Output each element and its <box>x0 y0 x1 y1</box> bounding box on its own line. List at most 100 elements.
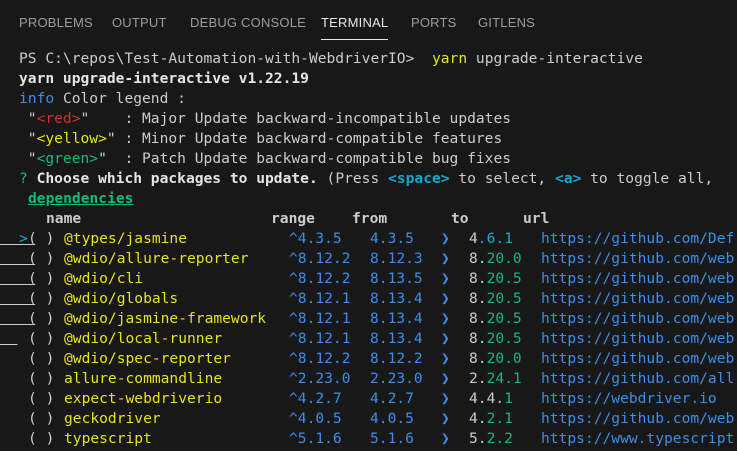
version-line: yarn upgrade-interactive v1.22.19 <box>19 70 309 87</box>
row-cursor <box>19 389 28 409</box>
package-url[interactable]: https://github.com/web <box>541 249 734 269</box>
package-row[interactable]: ( ) @wdio/local-runner ^8.12.1 8.13.4 ❯ 8.20.… <box>0 329 737 349</box>
package-to-changed: 20.5 <box>486 310 522 327</box>
info-tag: info <box>19 90 55 107</box>
package-row[interactable]: ( ) expect-webdriverio ^4.2.7 4.2.7 ❯ 4.4.1 ht… <box>0 389 737 409</box>
package-row[interactable]: ( ) @wdio/spec-reporter ^8.12.2 8.12.2 ❯ 8.20… <box>0 349 737 369</box>
row-checkbox[interactable]: ( ) <box>28 289 54 309</box>
row-checkbox[interactable]: ( ) <box>28 409 54 429</box>
package-from: 5.1.6 <box>370 430 414 447</box>
package-from: 8.12.3 <box>370 250 423 267</box>
arrow-icon: ❯ <box>441 290 450 307</box>
legend-description: : Major Update backward-incompatible upd… <box>124 110 512 127</box>
hint-text: to select, <box>449 170 555 187</box>
package-to-unchanged: 8. <box>469 270 487 287</box>
row-checkbox[interactable]: ( ) <box>28 249 54 269</box>
package-url[interactable]: https://github.com/all <box>541 369 734 389</box>
header-url: url <box>523 210 550 227</box>
package-url[interactable]: https://github.com/Def <box>541 229 734 249</box>
header-name: name <box>46 210 82 227</box>
tab-problems[interactable]: PROBLEMS <box>19 15 93 30</box>
legend-color-tag: <red> <box>36 110 81 127</box>
package-row[interactable]: ( ) allure-commandline ^2.23.0 2.23.0 ❯ 2.24.… <box>0 369 737 389</box>
row-checkbox[interactable]: ( ) <box>28 269 54 289</box>
package-row[interactable]: ( ) @wdio/cli ^8.12.2 8.13.5 ❯ 8.20.5 https://… <box>0 269 737 289</box>
package-url[interactable]: https://github.com/web <box>541 349 734 369</box>
package-name: @wdio/jasmine-framework <box>64 310 267 327</box>
active-tab-indicator <box>321 39 389 40</box>
tab-terminal-label: TERMINAL <box>321 15 389 30</box>
package-row[interactable]: ( ) @wdio/allure-reporter ^8.12.2 8.12.3 ❯ 8.… <box>0 249 737 269</box>
package-to-changed: 20.5 <box>486 270 522 287</box>
terminal-output[interactable]: PS C:\repos\Test-Automation-with-Webdriv… <box>0 46 737 451</box>
package-row[interactable]: >( ) @types/jasmine ^4.3.5 4.3.5 ❯ 4.6.1 https… <box>0 229 737 249</box>
package-name: @wdio/local-runner <box>64 330 223 347</box>
row-checkbox[interactable]: ( ) <box>28 329 54 349</box>
package-url[interactable]: https://github.com/web <box>541 309 734 329</box>
tab-debug-console[interactable]: DEBUG CONSOLE <box>190 15 306 30</box>
package-row[interactable]: ( ) @wdio/jasmine-framework ^8.12.1 8.13.4 ❯… <box>0 309 737 329</box>
package-range: ^4.3.5 <box>289 230 342 247</box>
package-from: 4.2.7 <box>370 390 414 407</box>
legend-quote: " <box>98 150 125 167</box>
row-checkbox[interactable]: ( ) <box>28 229 54 249</box>
package-name: @wdio/cli <box>64 270 144 287</box>
package-to: 8.20.5 <box>469 329 522 349</box>
legend-quote: " <box>19 130 37 147</box>
package-row[interactable]: ( ) geckodriver ^4.0.5 4.0.5 ❯ 4.2.1 https://g… <box>0 409 737 429</box>
legend-line: "<green>" : Patch Update backward-compat… <box>19 149 511 169</box>
command-yarn: yarn <box>431 50 468 67</box>
tab-output[interactable]: OUTPUT <box>112 15 167 30</box>
package-row[interactable]: ( ) @wdio/globals ^8.12.1 8.13.4 ❯ 8.20.5 http… <box>0 289 737 309</box>
package-range: ^8.12.2 <box>289 350 351 367</box>
question-text: Choose which packages to update. <box>27 170 318 187</box>
info-line: info Color legend : <box>19 89 186 109</box>
tab-terminal[interactable]: TERMINAL <box>321 15 389 40</box>
package-to-unchanged: 8. <box>469 330 487 347</box>
tab-gitlens[interactable]: GITLENS <box>478 15 535 30</box>
table-header: name range from to url <box>0 209 737 229</box>
package-url[interactable]: https://webdriver.io <box>541 389 717 409</box>
package-url[interactable]: https://github.com/web <box>541 269 734 289</box>
package-to: 8.20.5 <box>469 269 522 289</box>
tab-ports[interactable]: PORTS <box>411 15 457 30</box>
package-to: 5.2.2 <box>469 429 513 449</box>
row-checkbox[interactable]: ( ) <box>28 429 54 449</box>
arrow-icon: ❯ <box>441 310 450 327</box>
arrow-icon: ❯ <box>441 250 450 267</box>
package-row[interactable]: ( ) typescript ^5.1.6 5.1.6 ❯ 5.2.2 https://ww… <box>0 429 737 449</box>
hint-text: to toggle all, <box>581 170 714 187</box>
arrow-icon: ❯ <box>441 370 450 387</box>
arrow-icon: ❯ <box>441 330 450 347</box>
package-to: 4.2.1 <box>469 409 513 429</box>
row-checkbox[interactable]: ( ) <box>28 389 54 409</box>
package-name: @wdio/globals <box>64 290 179 307</box>
row-cursor <box>19 409 28 429</box>
package-to-unchanged: 8. <box>469 310 487 327</box>
package-from: 8.13.5 <box>370 270 423 287</box>
row-checkbox[interactable]: ( ) <box>28 349 54 369</box>
package-from: 4.3.5 <box>370 230 414 247</box>
package-range: ^5.1.6 <box>289 430 342 447</box>
question-mark: ? <box>19 170 28 187</box>
package-url[interactable]: https://github.com/web <box>541 289 734 309</box>
panel-tab-bar: PROBLEMS OUTPUT DEBUG CONSOLE TERMINAL P… <box>0 0 737 46</box>
package-range: ^8.12.2 <box>289 270 351 287</box>
package-url[interactable]: https://github.com/web <box>541 409 734 429</box>
command-args: upgrade-interactive <box>475 50 643 67</box>
legend-description: : Patch Update backward-compatible bug f… <box>124 150 512 167</box>
package-to-changed: 20.0 <box>486 250 522 267</box>
package-to: 8.20.5 <box>469 289 522 309</box>
package-from: 2.23.0 <box>370 370 423 387</box>
package-range: ^8.12.2 <box>289 250 351 267</box>
package-name: allure-commandline <box>64 370 223 387</box>
package-name: @wdio/allure-reporter <box>64 250 249 267</box>
package-from: 8.13.4 <box>370 330 423 347</box>
package-to: 8.20.0 <box>469 249 522 269</box>
group-heading-dependencies: dependencies <box>28 190 134 207</box>
package-url[interactable]: https://github.com/web <box>541 329 734 349</box>
package-url[interactable]: https://www.typescript <box>541 429 734 449</box>
row-checkbox[interactable]: ( ) <box>28 369 54 389</box>
arrow-icon: ❯ <box>441 350 450 367</box>
row-checkbox[interactable]: ( ) <box>28 309 54 329</box>
